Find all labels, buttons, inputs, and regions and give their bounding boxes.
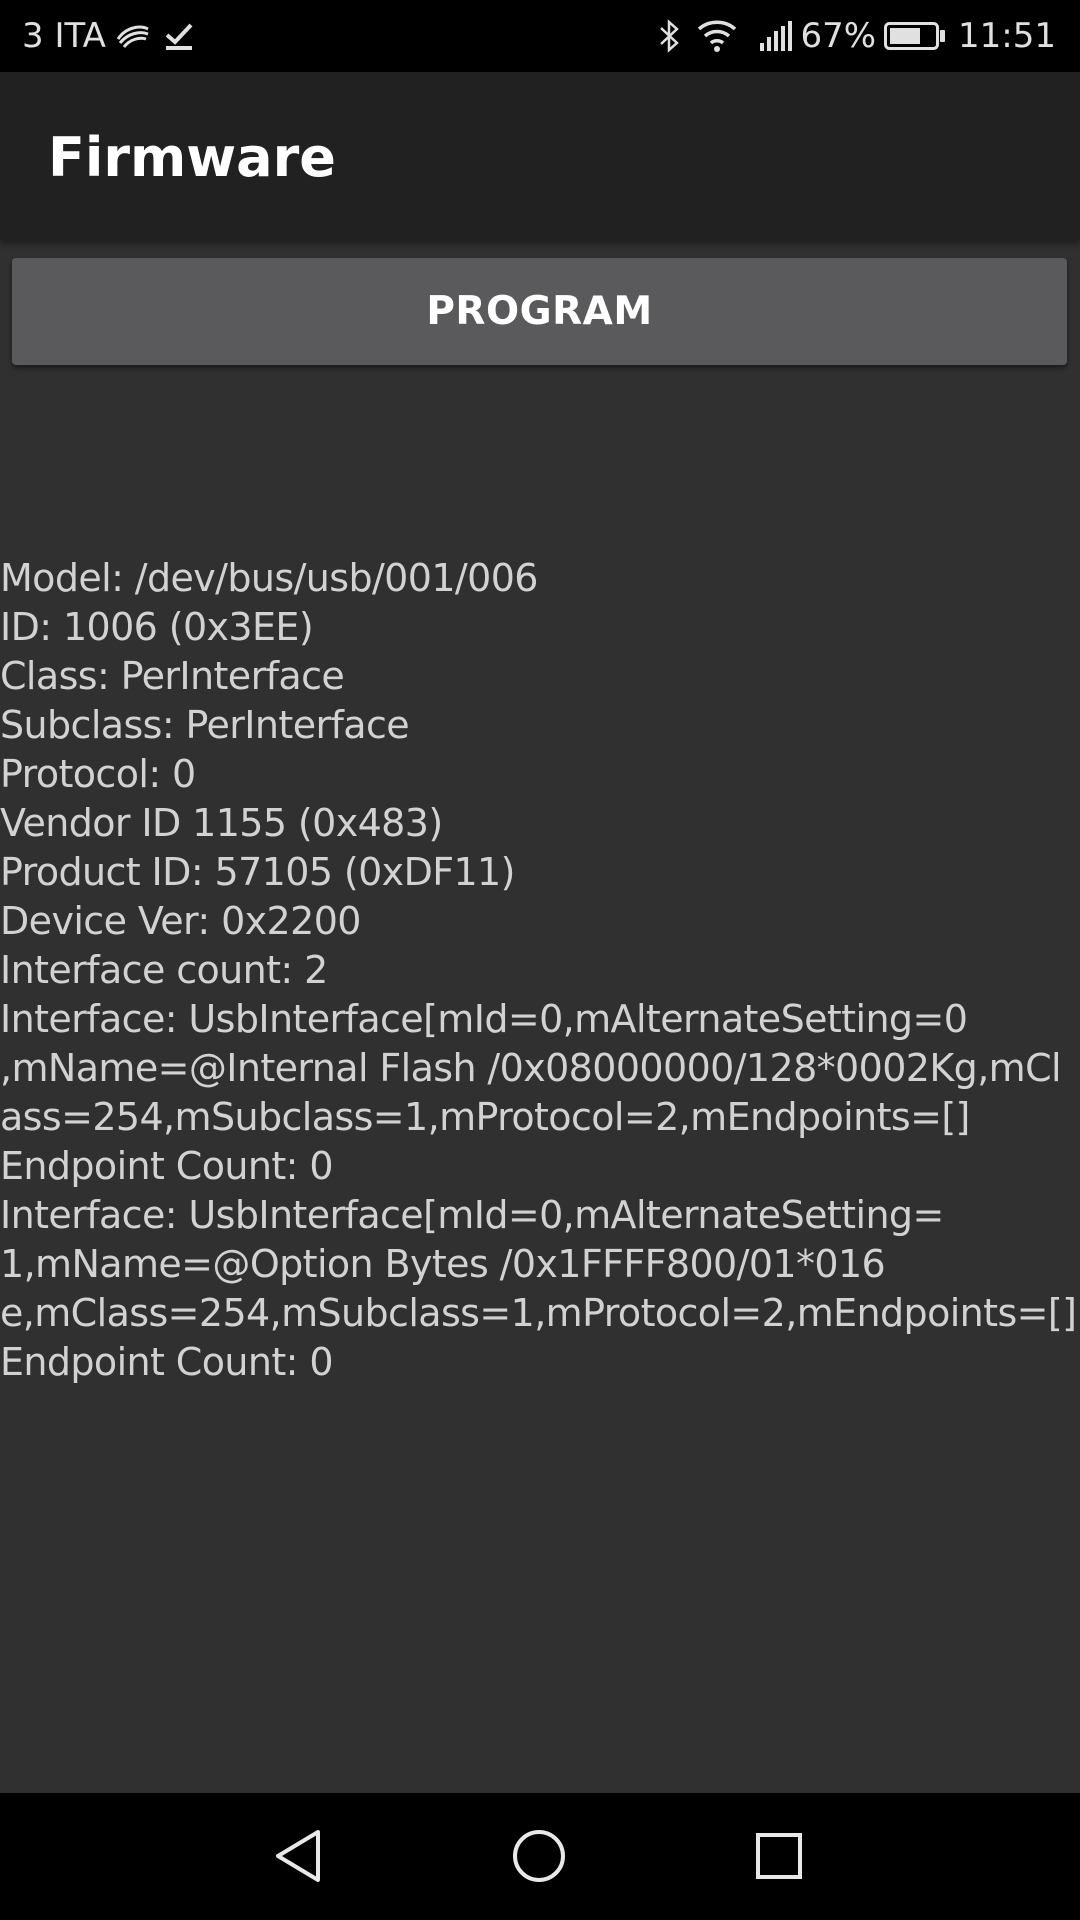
info-line-interface-2a: Interface: UsbInterface[mId=0,mAlternate…	[0, 1193, 944, 1237]
device-info-text: Model: /dev/bus/usb/001/006 ID: 1006 (0x…	[0, 554, 1078, 1387]
info-line-product-id: Product ID: 57105 (0xDF11)	[0, 850, 515, 894]
home-icon[interactable]	[506, 1823, 572, 1889]
info-line-interface-1b: ,mName=@Internal Flash /0x08000000/128*0…	[0, 1046, 1062, 1090]
status-left: 3 ITA	[22, 0, 194, 72]
back-icon[interactable]	[266, 1823, 332, 1889]
status-bar: 3 ITA 67% 11:51	[0, 0, 1080, 72]
carrier-swoosh-icon	[116, 23, 150, 49]
info-line-interface-2b: 1,mName=@Option Bytes /0x1FFFF800/01*016	[0, 1242, 886, 1286]
info-line-protocol: Protocol: 0	[0, 752, 196, 796]
screen: 3 ITA 67% 11:51 Firmware PROGRAM Model: …	[0, 0, 1080, 1920]
navigation-bar	[0, 1793, 1080, 1920]
info-line-device-ver: Device Ver: 0x2200	[0, 899, 361, 943]
app-toolbar: Firmware	[0, 72, 1080, 240]
info-line-vendor-id: Vendor ID 1155 (0x483)	[0, 801, 443, 845]
info-line-endpoint-count-1: Endpoint Count: 0	[0, 1144, 334, 1188]
info-line-subclass: Subclass: PerInterface	[0, 703, 410, 747]
carrier-label: 3 ITA	[22, 16, 106, 56]
signal-icon	[760, 21, 793, 51]
recents-icon[interactable]	[746, 1823, 812, 1889]
bluetooth-icon	[658, 18, 682, 54]
battery-percent: 67%	[800, 16, 877, 56]
clock: 11:51	[958, 16, 1056, 56]
info-line-id: ID: 1006 (0x3EE)	[0, 605, 314, 649]
battery-icon	[884, 21, 946, 51]
info-line-class: Class: PerInterface	[0, 654, 345, 698]
info-line-interface-count: Interface count: 2	[0, 948, 328, 992]
status-right: 67% 11:51	[648, 0, 1056, 72]
page-title: Firmware	[48, 126, 336, 189]
checkmark-download-icon	[164, 21, 194, 51]
info-line-interface-1c: ass=254,mSubclass=1,mProtocol=2,mEndpoin…	[0, 1095, 970, 1139]
info-line-model: Model: /dev/bus/usb/001/006	[0, 556, 538, 600]
program-button[interactable]: PROGRAM	[12, 258, 1067, 365]
info-line-interface-2c: e,mClass=254,mSubclass=1,mProtocol=2,mEn…	[0, 1291, 1077, 1335]
info-line-endpoint-count-2: Endpoint Count: 0	[0, 1340, 334, 1384]
wifi-icon	[696, 19, 738, 53]
info-line-interface-1a: Interface: UsbInterface[mId=0,mAlternate…	[0, 997, 968, 1041]
